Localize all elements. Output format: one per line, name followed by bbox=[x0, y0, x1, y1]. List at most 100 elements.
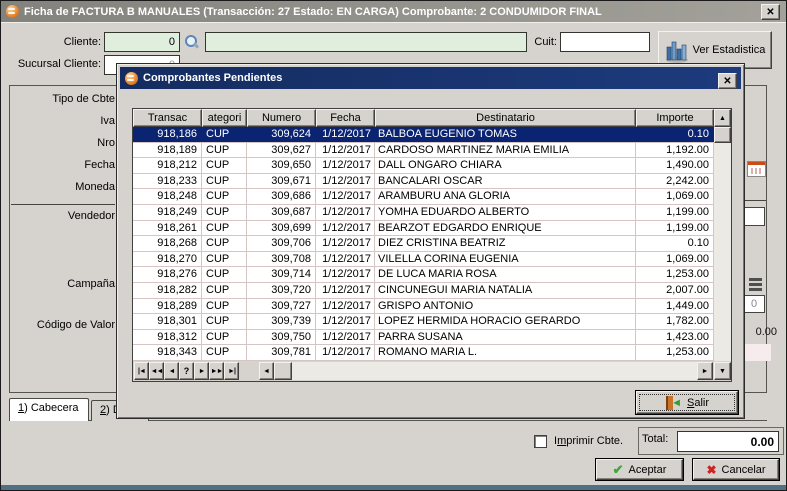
grid-cell-importe: 0.10 bbox=[636, 236, 714, 251]
grid-cell-fecha: 1/12/2017 bbox=[316, 205, 375, 220]
grid-cell-fecha: 1/12/2017 bbox=[316, 158, 375, 173]
grid-cell-numero: 309,706 bbox=[247, 236, 316, 251]
grid-row[interactable]: 918,268CUP309,7061/12/2017DIEZ CRISTINA … bbox=[133, 236, 714, 252]
grid-cell-categoria: CUP bbox=[202, 221, 247, 236]
grid-cell-categoria: CUP bbox=[202, 345, 247, 360]
grid-row[interactable]: 918,282CUP309,7201/12/2017CINCUNEGUI MAR… bbox=[133, 283, 714, 299]
grid-cell-numero: 309,624 bbox=[247, 127, 316, 142]
grid-cell-destinatario: LOPEZ HERMIDA HORACIO GERARDO bbox=[375, 314, 636, 329]
grid-cell-transac: 918,343 bbox=[133, 345, 202, 360]
salir-button[interactable]: ◄ Salir bbox=[635, 390, 739, 415]
col-header-categoria[interactable]: ategori bbox=[202, 109, 247, 127]
nav-last-button[interactable]: ►| bbox=[224, 362, 239, 380]
section-divider bbox=[11, 204, 115, 205]
grid-cell-numero: 309,686 bbox=[247, 189, 316, 204]
grid-cell-destinatario: VILELLA CORINA EUGENIA bbox=[375, 252, 636, 267]
col-header-numero[interactable]: Numero bbox=[247, 109, 316, 127]
total-input[interactable] bbox=[677, 431, 779, 452]
window-title: Ficha de FACTURA B MANUALES (Transacción… bbox=[24, 6, 602, 18]
vertical-scrollbar[interactable] bbox=[714, 127, 731, 361]
nav-next-button[interactable]: ► bbox=[194, 362, 209, 380]
bar-chart-icon bbox=[665, 37, 689, 63]
grid-row[interactable]: 918,212CUP309,6501/12/2017DALL ONGARO CH… bbox=[133, 158, 714, 174]
cliente-name-input[interactable] bbox=[205, 32, 527, 52]
scroll-up-icon[interactable]: ▲ bbox=[714, 109, 731, 127]
grid-cell-categoria: CUP bbox=[202, 174, 247, 189]
grid-cell-fecha: 1/12/2017 bbox=[316, 221, 375, 236]
aceptar-label: Aceptar bbox=[628, 464, 666, 476]
grid-cell-fecha: 1/12/2017 bbox=[316, 174, 375, 189]
grid-cell-destinatario: DALL ONGARO CHIARA bbox=[375, 158, 636, 173]
grid-cell-importe: 1,192.00 bbox=[636, 143, 714, 158]
grid-cell-numero: 309,708 bbox=[247, 252, 316, 267]
grid-cell-categoria: CUP bbox=[202, 314, 247, 329]
aceptar-button[interactable]: ✔ Aceptar bbox=[595, 458, 684, 481]
grid-cell-categoria: CUP bbox=[202, 283, 247, 298]
imprimir-checkbox[interactable] bbox=[534, 435, 547, 448]
grid-cell-numero: 309,750 bbox=[247, 330, 316, 345]
grid-cell-importe: 1,253.00 bbox=[636, 267, 714, 282]
horizontal-scroll-thumb[interactable] bbox=[274, 362, 292, 380]
cliente-search-button[interactable] bbox=[183, 33, 201, 51]
grid-row[interactable]: 918,289CUP309,7271/12/2017GRISPO ANTONIO… bbox=[133, 299, 714, 315]
grid-cell-destinatario: BEARZOT EDGARDO ENRIQUE bbox=[375, 221, 636, 236]
nav-prior-button[interactable]: ◄ bbox=[164, 362, 179, 380]
calendar-icon[interactable] bbox=[747, 161, 766, 177]
comprobantes-grid: Transac ategori Numero Fecha Destinatari… bbox=[132, 108, 732, 382]
grid-cell-fecha: 1/12/2017 bbox=[316, 299, 375, 314]
scroll-down-icon[interactable]: ▼ bbox=[714, 362, 731, 380]
modal-titlebar[interactable]: Comprobantes Pendientes ✕ bbox=[120, 67, 741, 89]
grid-cell-destinatario: BANCALARI OSCAR bbox=[375, 174, 636, 189]
check-icon: ✔ bbox=[613, 462, 624, 478]
cliente-code-input[interactable] bbox=[104, 32, 180, 52]
imprimir-label: Imprimir Cbte. bbox=[554, 435, 623, 447]
vertical-scroll-thumb[interactable] bbox=[714, 127, 731, 143]
grid-row[interactable]: 918,301CUP309,7391/12/2017LOPEZ HERMIDA … bbox=[133, 314, 714, 330]
cancel-x-icon: ✖ bbox=[706, 463, 716, 477]
nav-prior-page-button[interactable]: ◄◄ bbox=[149, 362, 164, 380]
col-header-fecha[interactable]: Fecha bbox=[316, 109, 375, 127]
grid-row[interactable]: 918,186CUP309,6241/12/2017BALBOA EUGENIO… bbox=[133, 127, 714, 143]
menu-icon bbox=[749, 278, 762, 293]
app-window: { "window": { "title": "Ficha de FACTURA… bbox=[0, 0, 787, 491]
grid-cell-categoria: CUP bbox=[202, 127, 247, 142]
search-icon bbox=[184, 34, 200, 50]
grid-row[interactable]: 918,270CUP309,7081/12/2017VILELLA CORINA… bbox=[133, 252, 714, 268]
grid-cell-transac: 918,289 bbox=[133, 299, 202, 314]
grid-cell-categoria: CUP bbox=[202, 267, 247, 282]
grid-cell-transac: 918,282 bbox=[133, 283, 202, 298]
grid-row[interactable]: 918,343CUP309,7811/12/2017ROMANO MARIA L… bbox=[133, 345, 714, 361]
grid-row[interactable]: 918,233CUP309,6711/12/2017BANCALARI OSCA… bbox=[133, 174, 714, 190]
grid-cell-categoria: CUP bbox=[202, 158, 247, 173]
grid-cell-numero: 309,699 bbox=[247, 221, 316, 236]
tab-cabecera[interactable]: 1) Cabecera bbox=[9, 398, 89, 421]
grid-cell-importe: 1,069.00 bbox=[636, 189, 714, 204]
grid-row[interactable]: 918,312CUP309,7501/12/2017PARRA SUSANA1,… bbox=[133, 330, 714, 346]
grid-cell-destinatario: CARDOSO MARTINEZ MARIA EMILIA bbox=[375, 143, 636, 158]
col-header-transac[interactable]: Transac bbox=[133, 109, 202, 127]
grid-row[interactable]: 918,249CUP309,6871/12/2017YOMHA EDUARDO … bbox=[133, 205, 714, 221]
grid-row[interactable]: 918,276CUP309,7141/12/2017DE LUCA MARIA … bbox=[133, 267, 714, 283]
grid-row[interactable]: 918,261CUP309,6991/12/2017BEARZOT EDGARD… bbox=[133, 221, 714, 237]
window-close-button[interactable]: ✕ bbox=[761, 4, 780, 20]
cuit-input[interactable] bbox=[560, 32, 650, 52]
modal-close-button[interactable]: ✕ bbox=[718, 73, 737, 89]
grid-cell-numero: 309,627 bbox=[247, 143, 316, 158]
grid-cell-fecha: 1/12/2017 bbox=[316, 267, 375, 282]
grid-cell-fecha: 1/12/2017 bbox=[316, 330, 375, 345]
grid-cell-transac: 918,248 bbox=[133, 189, 202, 204]
grid-cell-destinatario: DE LUCA MARIA ROSA bbox=[375, 267, 636, 282]
cancelar-button[interactable]: ✖ Cancelar bbox=[692, 458, 780, 481]
scroll-right-icon[interactable]: ► bbox=[697, 362, 713, 380]
grid-row[interactable]: 918,248CUP309,6861/12/2017ARAMBURU ANA G… bbox=[133, 189, 714, 205]
nav-search-button[interactable]: ? bbox=[179, 362, 194, 380]
grid-row[interactable]: 918,189CUP309,6271/12/2017CARDOSO MARTIN… bbox=[133, 143, 714, 159]
col-header-importe[interactable]: Importe bbox=[636, 109, 714, 127]
scroll-left-icon[interactable]: ◄ bbox=[259, 362, 274, 380]
grid-cell-categoria: CUP bbox=[202, 205, 247, 220]
horizontal-scrollbar[interactable] bbox=[259, 362, 713, 380]
nav-first-button[interactable]: |◄ bbox=[134, 362, 149, 380]
col-header-destinatario[interactable]: Destinatario bbox=[375, 109, 636, 127]
nav-next-page-button[interactable]: ►► bbox=[209, 362, 224, 380]
cancelar-label: Cancelar bbox=[722, 464, 766, 476]
